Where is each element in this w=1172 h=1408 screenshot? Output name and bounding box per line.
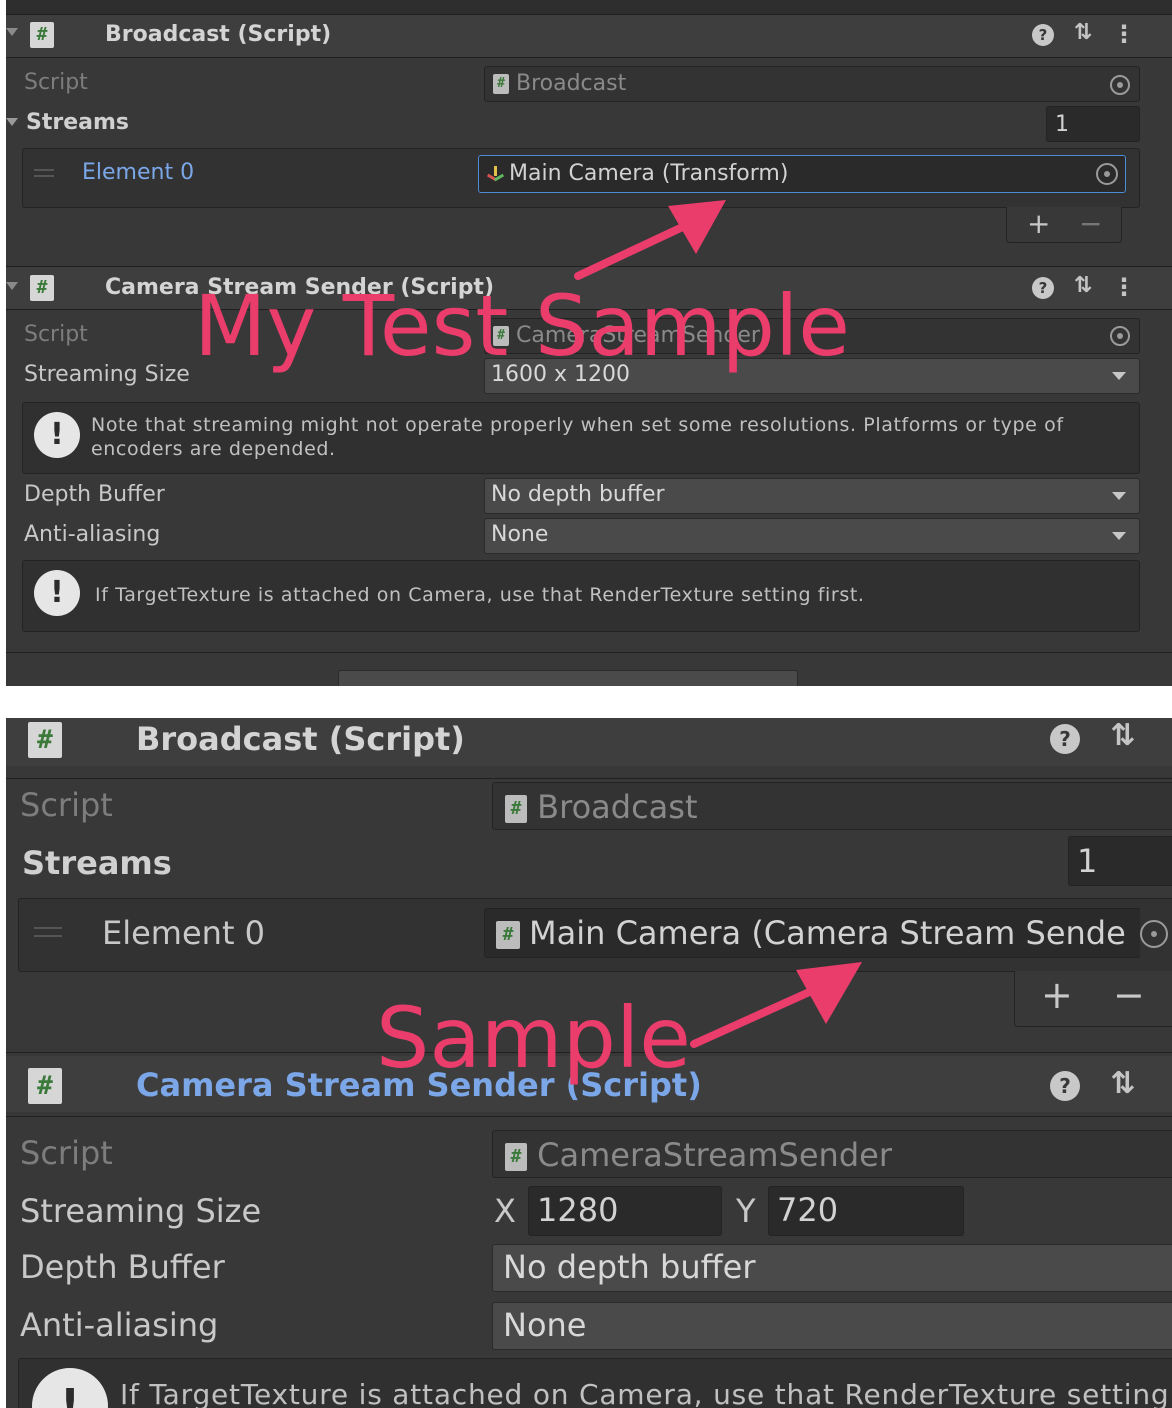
streams-label[interactable]: Streams	[22, 844, 172, 882]
script-hash-icon: #	[28, 1068, 62, 1104]
anti-aliasing-label: Anti-aliasing	[20, 1306, 219, 1344]
preset-settings-icon[interactable]: ⇅	[1070, 273, 1096, 298]
annotation-my-test-sample: My Test Sample	[194, 277, 850, 375]
script-hash-icon: #	[28, 722, 62, 758]
add-element-button[interactable]: +	[1027, 207, 1050, 240]
dropdown-arrow-icon	[1112, 532, 1126, 540]
component-title-broadcast: Broadcast (Script)	[105, 22, 332, 47]
object-picker-icon[interactable]	[1110, 75, 1130, 95]
depth-buffer-dropdown[interactable]: No depth buffer	[484, 478, 1140, 514]
drag-handle-icon[interactable]	[34, 169, 54, 171]
script-file-icon: #	[505, 1143, 527, 1171]
warning-text: If TargetTexture is attached on Camera, …	[120, 1378, 1170, 1408]
anti-aliasing-dropdown[interactable]: None	[492, 1302, 1172, 1350]
list-footer: + −	[1014, 971, 1172, 1027]
annotation-arrow-bottom	[690, 962, 862, 1048]
width-input[interactable]: 1280	[528, 1186, 722, 1236]
warning-text: If TargetTexture is attached on Camera, …	[95, 584, 865, 606]
list-footer: + −	[1006, 207, 1122, 243]
transform-icon	[486, 166, 505, 184]
script-field-value: Broadcast	[516, 71, 627, 96]
script-label: Script	[24, 70, 88, 95]
script-label: Script	[20, 1134, 113, 1172]
component-title-broadcast: Broadcast (Script)	[136, 720, 465, 758]
preset-settings-icon[interactable]: ⇅	[1106, 1066, 1140, 1101]
element-0-object-field[interactable]: Main Camera (Transform)	[478, 155, 1126, 193]
help-icon[interactable]: ?	[1050, 1071, 1080, 1101]
streaming-size-label: Streaming Size	[24, 362, 190, 387]
streams-size-input[interactable]: 1	[1046, 106, 1140, 142]
depth-buffer-label: Depth Buffer	[24, 482, 165, 507]
help-icon[interactable]: ?	[1032, 277, 1054, 299]
image-separator	[0, 686, 1172, 718]
inspector-panel-top: # Broadcast (Script) ? ⇅ ⋮ Script # Broa…	[6, 0, 1172, 686]
script-file-icon: #	[505, 795, 527, 823]
element-0-label: Element 0	[102, 914, 266, 952]
foldout-arrow-icon[interactable]	[6, 28, 18, 36]
remove-element-button[interactable]: −	[1113, 973, 1145, 1017]
remove-element-button[interactable]: −	[1079, 207, 1102, 240]
anti-aliasing-dropdown[interactable]: None	[484, 518, 1140, 554]
element-0-picker-icon[interactable]	[1096, 163, 1118, 185]
warning-icon: !	[34, 412, 80, 458]
preset-settings-icon[interactable]: ⇅	[1070, 20, 1096, 45]
script-file-icon: #	[496, 921, 520, 949]
element-0-picker-icon[interactable]	[1140, 920, 1168, 948]
preset-settings-icon[interactable]: ⇅	[1106, 718, 1140, 753]
script-field-value: CameraStreamSender	[537, 1136, 892, 1174]
help-icon[interactable]: ?	[1032, 24, 1054, 46]
script-hash-icon: #	[30, 275, 54, 301]
help-icon[interactable]: ?	[1050, 724, 1080, 754]
note-text: Note that streaming might not operate pr…	[91, 414, 1064, 460]
depth-buffer-label: Depth Buffer	[20, 1248, 225, 1286]
streams-size-input[interactable]: 1	[1068, 836, 1172, 886]
annotation-arrow-top	[574, 200, 726, 280]
anti-aliasing-label: Anti-aliasing	[24, 522, 161, 547]
element-0-label: Element 0	[82, 160, 195, 185]
streaming-size-label: Streaming Size	[20, 1192, 262, 1230]
streams-label[interactable]: Streams	[26, 110, 129, 135]
height-input[interactable]: 720	[768, 1186, 964, 1236]
script-file-icon: #	[493, 74, 509, 94]
script-label: Script	[20, 786, 113, 824]
inspector-panel-bottom: # Broadcast (Script) ? ⇅ Script # Broadc…	[6, 718, 1172, 1408]
script-label: Script	[24, 322, 88, 347]
drag-handle-icon[interactable]	[34, 927, 62, 929]
annotation-sample: Sample	[376, 989, 691, 1087]
component-menu-icon[interactable]: ⋮	[1112, 273, 1136, 301]
script-field: # CameraStreamSender	[492, 1130, 1172, 1178]
warning-icon: !	[34, 570, 80, 616]
script-field-value: Broadcast	[537, 788, 698, 826]
depth-buffer-dropdown[interactable]: No depth buffer	[492, 1244, 1172, 1292]
streams-foldout-icon[interactable]	[6, 118, 18, 126]
dropdown-arrow-icon	[1112, 492, 1126, 500]
script-field: # Broadcast	[484, 66, 1140, 102]
y-label[interactable]: Y	[736, 1192, 756, 1230]
component-menu-icon[interactable]: ⋮	[1112, 20, 1136, 48]
add-element-button[interactable]: +	[1041, 973, 1073, 1017]
foldout-arrow-icon[interactable]	[6, 282, 18, 290]
add-component-button[interactable]	[338, 670, 798, 686]
top-strip	[6, 0, 1172, 14]
x-label[interactable]: X	[494, 1192, 516, 1230]
dropdown-arrow-icon	[1112, 372, 1126, 380]
object-picker-icon[interactable]	[1110, 326, 1130, 346]
script-hash-icon: #	[30, 22, 54, 48]
script-field: # Broadcast	[492, 782, 1172, 830]
